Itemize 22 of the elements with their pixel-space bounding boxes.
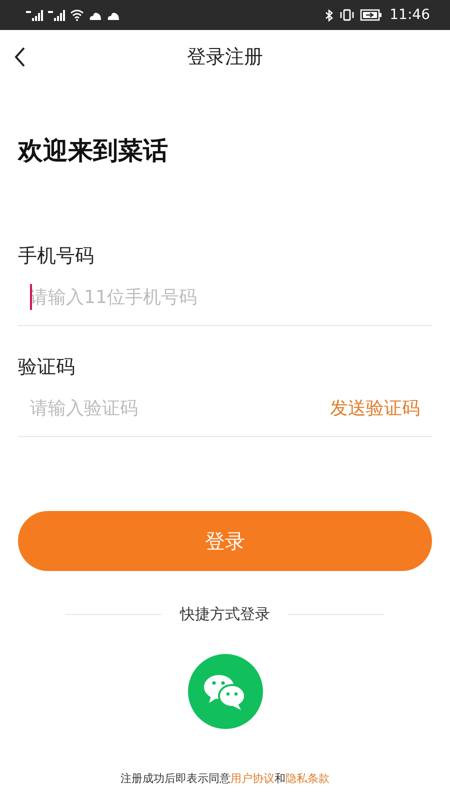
page-title: 登录注册	[187, 45, 263, 70]
vibrate-icon	[338, 9, 355, 21]
login-button[interactable]: 登录	[18, 511, 432, 571]
battery-icon	[360, 9, 382, 21]
input-field[interactable]: 请输入验证码	[18, 380, 330, 436]
send-code-button[interactable]: 发送验证码	[330, 396, 432, 420]
quick-login-title: 快捷方式登录	[180, 605, 270, 624]
wifi-icon	[70, 9, 84, 21]
agreement-link[interactable]: 用户协议	[230, 772, 274, 785]
welcome-heading: 欢迎来到菜话	[18, 135, 169, 167]
clock-time: 11:46	[390, 7, 430, 23]
bluetooth-icon	[324, 8, 334, 22]
signal-icon	[26, 10, 43, 20]
field-label: 手机号码	[18, 244, 95, 269]
field-label: 验证码	[18, 355, 76, 380]
input-field[interactable]: 请输入11位手机号码	[18, 269, 432, 325]
agreement-link[interactable]: 隐私条款	[286, 772, 330, 785]
signal-icon	[48, 10, 65, 20]
cloud-icon	[107, 10, 120, 20]
chat-bubbles-icon	[203, 672, 247, 710]
agreement-notice: 注册成功后即表示同意用户协议和隐私条款	[120, 771, 330, 786]
cloud-icon	[89, 10, 102, 20]
